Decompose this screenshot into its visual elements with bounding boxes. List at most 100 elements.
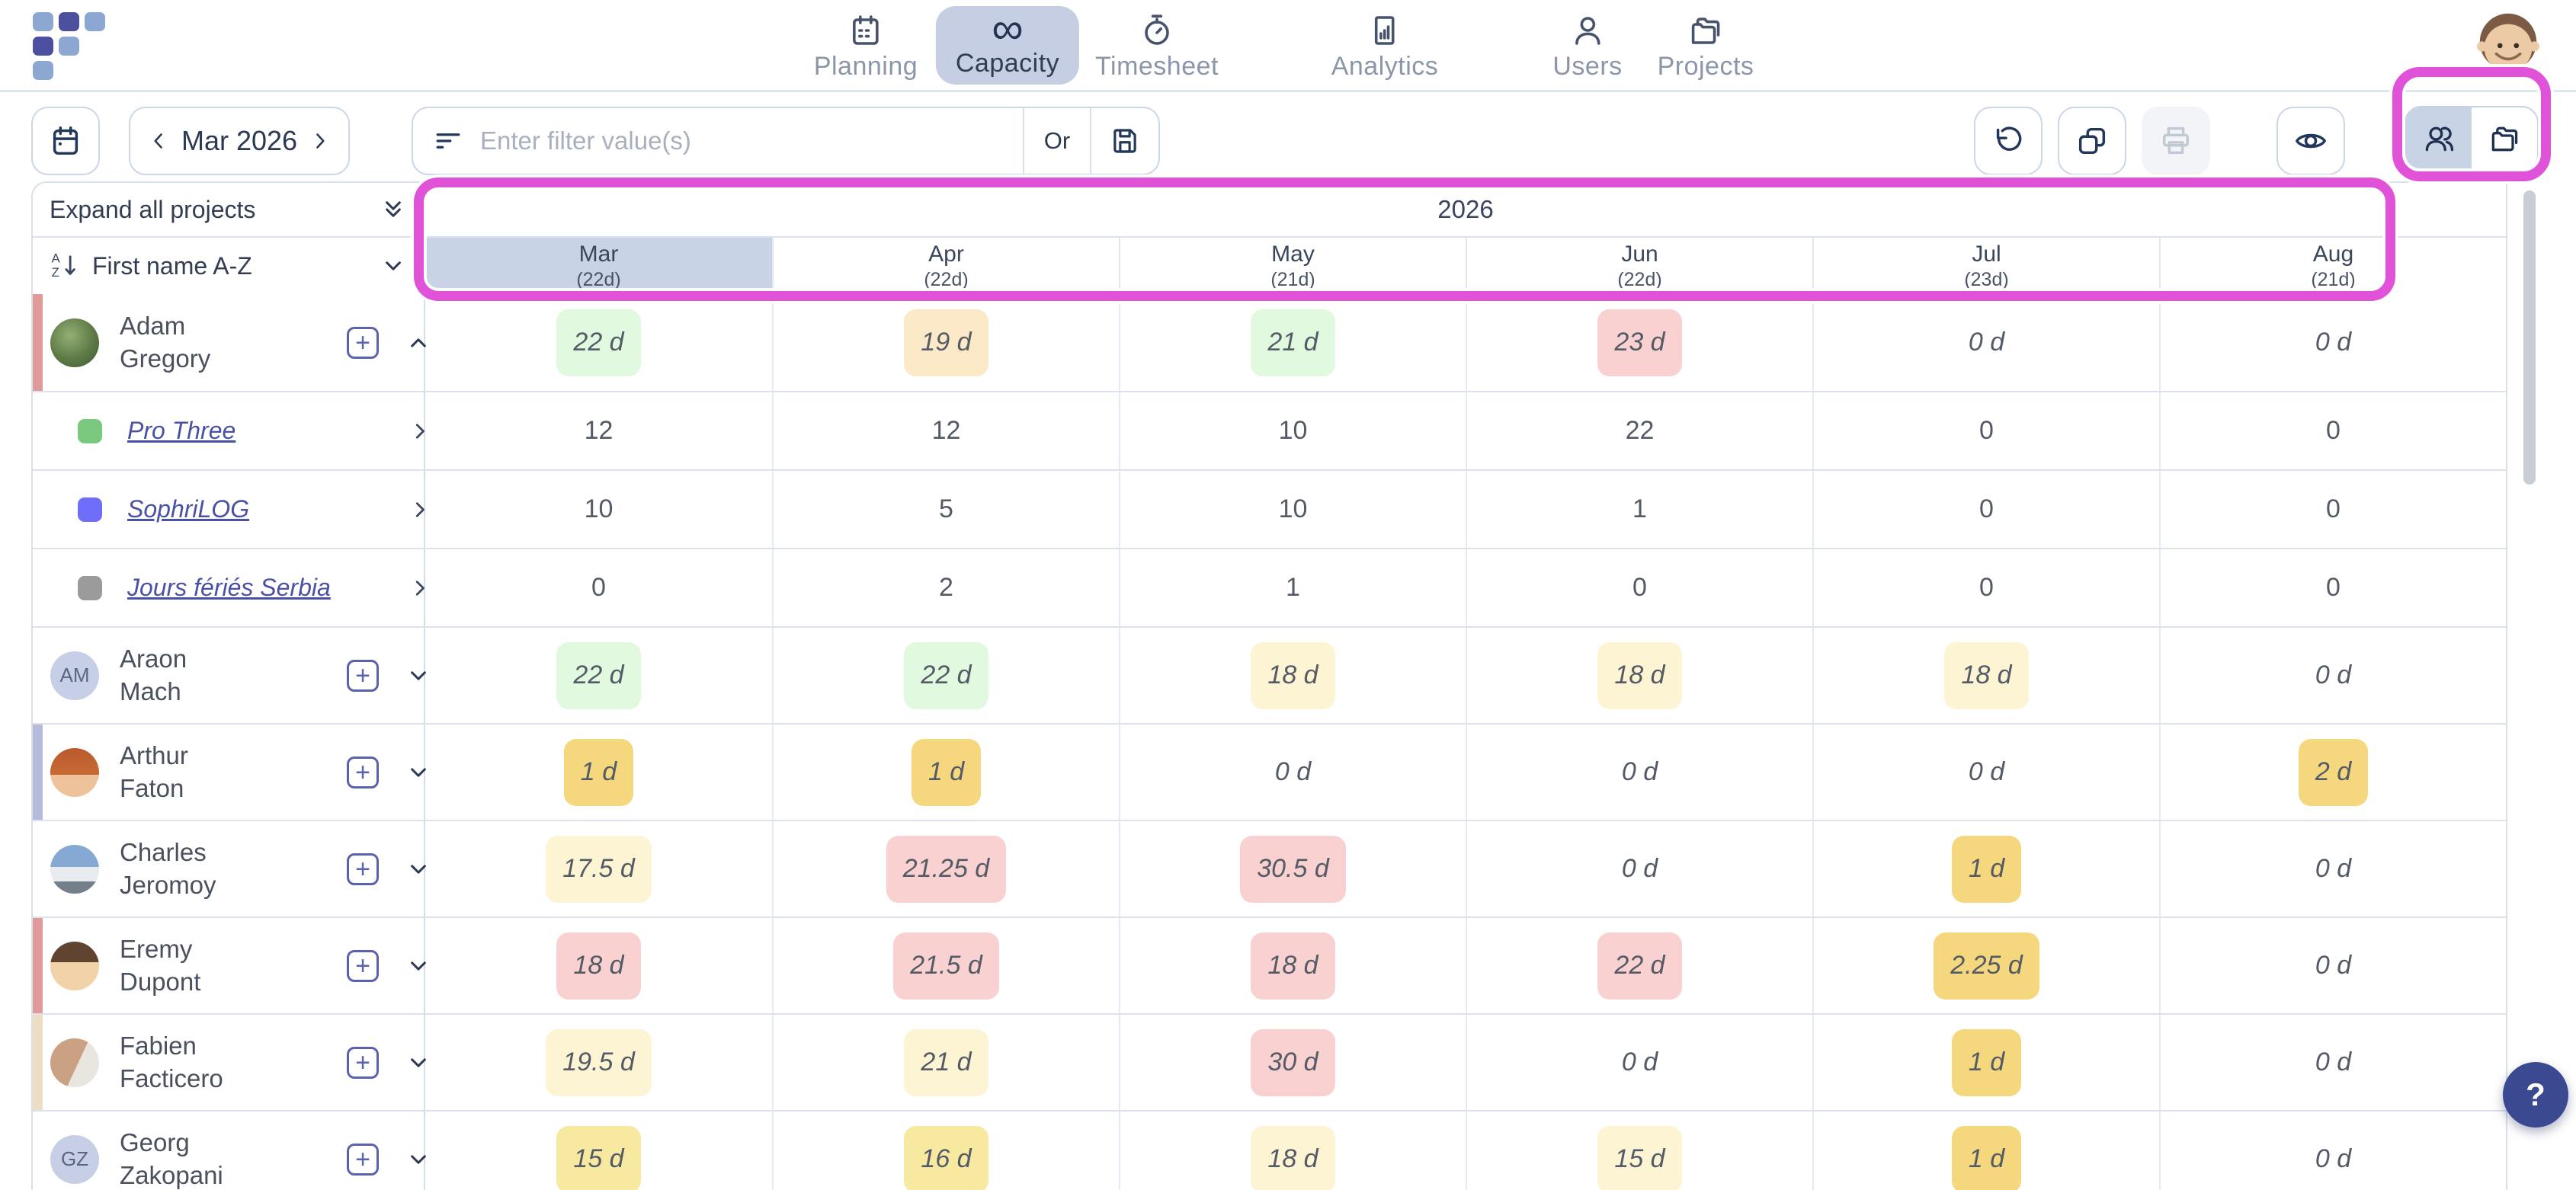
capacity-cell[interactable]: 0 d (1119, 725, 1466, 820)
capacity-cell[interactable]: 22 d (772, 628, 1119, 723)
allocation-cell[interactable]: 0 (2159, 549, 2506, 626)
expand-row-chevron[interactable] (403, 951, 434, 981)
capacity-cell[interactable]: 18 d (1119, 1112, 1466, 1190)
capacity-cell[interactable]: 1 d (425, 725, 772, 820)
capacity-cell[interactable]: 0 d (1466, 725, 1812, 820)
month-header-mar[interactable]: Mar(22d) (425, 238, 772, 294)
vertical-scrollbar-thumb[interactable] (2523, 190, 2536, 485)
allocation-cell[interactable]: 12 (425, 392, 772, 469)
capacity-cell[interactable]: 15 d (425, 1112, 772, 1190)
nav-item-planning[interactable]: Planning (794, 6, 937, 88)
people-view-button[interactable] (2406, 107, 2472, 170)
capacity-cell[interactable]: 18 d (1812, 628, 2159, 723)
expand-row-chevron[interactable] (403, 757, 434, 788)
capacity-cell[interactable]: 21.25 d (772, 821, 1119, 916)
period-label[interactable]: Mar 2026 (181, 125, 297, 157)
nav-item-timesheet[interactable]: Timesheet (1075, 6, 1238, 88)
add-assignment-button[interactable]: + (347, 757, 379, 789)
capacity-cell[interactable]: 30.5 d (1119, 821, 1466, 916)
capacity-cell[interactable]: 30 d (1119, 1015, 1466, 1110)
capacity-cell[interactable]: 2.25 d (1812, 918, 2159, 1013)
help-button[interactable]: ? (2503, 1062, 2568, 1128)
capacity-cell[interactable]: 1 d (772, 725, 1119, 820)
allocation-cell[interactable]: 0 (1466, 549, 1812, 626)
chevron-right-icon[interactable] (307, 128, 333, 154)
month-header-aug[interactable]: Aug(21d) (2159, 238, 2506, 294)
expand-all-projects-button[interactable]: Expand all projects (33, 183, 425, 236)
expand-row-chevron[interactable] (403, 1144, 434, 1175)
allocation-cell[interactable]: 0 (2159, 392, 2506, 469)
filter-input[interactable] (479, 126, 1023, 156)
open-project-chevron[interactable] (406, 417, 434, 445)
expand-row-chevron[interactable] (403, 854, 434, 885)
undo-button[interactable] (1974, 107, 2043, 175)
expand-row-chevron[interactable] (403, 1048, 434, 1078)
projects-view-button[interactable] (2472, 107, 2537, 170)
project-link[interactable]: SophriLOG (127, 495, 249, 523)
filter-or-button[interactable]: Or (1024, 127, 1090, 155)
capacity-cell[interactable]: 0 d (2159, 1015, 2506, 1110)
capacity-cell[interactable]: 19.5 d (425, 1015, 772, 1110)
month-header-may[interactable]: May(21d) (1119, 238, 1466, 294)
user-avatar[interactable] (2472, 6, 2544, 78)
capacity-cell[interactable]: 21 d (772, 1015, 1119, 1110)
capacity-cell[interactable]: 0 d (1466, 1015, 1812, 1110)
capacity-cell[interactable]: 0 d (2159, 821, 2506, 916)
allocation-cell[interactable]: 0 (425, 549, 772, 626)
allocation-cell[interactable]: 0 (1812, 471, 2159, 548)
capacity-cell[interactable]: 21 d (1119, 294, 1466, 391)
add-assignment-button[interactable]: + (347, 660, 379, 692)
capacity-cell[interactable]: 0 d (1812, 294, 2159, 391)
capacity-cell[interactable]: 22 d (425, 294, 772, 391)
nav-item-analytics[interactable]: Analytics (1312, 6, 1459, 88)
allocation-cell[interactable]: 1 (1466, 471, 1812, 548)
allocation-cell[interactable]: 12 (772, 392, 1119, 469)
copy-button[interactable] (2058, 107, 2126, 175)
capacity-cell[interactable]: 22 d (1466, 918, 1812, 1013)
capacity-cell[interactable]: 18 d (1466, 628, 1812, 723)
capacity-cell[interactable]: 17.5 d (425, 821, 772, 916)
capacity-cell[interactable]: 18 d (425, 918, 772, 1013)
add-assignment-button[interactable]: + (347, 1144, 379, 1176)
project-link[interactable]: Pro Three (127, 417, 235, 445)
allocation-cell[interactable]: 0 (2159, 471, 2506, 548)
allocation-cell[interactable]: 10 (1119, 392, 1466, 469)
nav-item-projects[interactable]: Projects (1638, 6, 1774, 88)
capacity-cell[interactable]: 2 d (2159, 725, 2506, 820)
allocation-cell[interactable]: 10 (1119, 471, 1466, 548)
allocation-cell[interactable]: 0 (1812, 549, 2159, 626)
month-header-jun[interactable]: Jun(22d) (1466, 238, 1812, 294)
allocation-cell[interactable]: 1 (1119, 549, 1466, 626)
capacity-cell[interactable]: 0 d (1812, 725, 2159, 820)
capacity-cell[interactable]: 18 d (1119, 628, 1466, 723)
capacity-cell[interactable]: 16 d (772, 1112, 1119, 1190)
collapse-row-chevron[interactable] (403, 328, 434, 358)
capacity-cell[interactable]: 0 d (2159, 628, 2506, 723)
month-header-jul[interactable]: Jul(23d) (1812, 238, 2159, 294)
capacity-cell[interactable]: 1 d (1812, 821, 2159, 916)
allocation-cell[interactable]: 5 (772, 471, 1119, 548)
open-project-chevron[interactable] (406, 574, 434, 602)
add-assignment-button[interactable]: + (347, 950, 379, 982)
capacity-cell[interactable]: 0 d (2159, 918, 2506, 1013)
capacity-cell[interactable]: 19 d (772, 294, 1119, 391)
nav-item-capacity[interactable]: ∞ Capacity (936, 6, 1079, 85)
chevron-left-icon[interactable] (146, 128, 171, 154)
capacity-cell[interactable]: 0 d (2159, 1112, 2506, 1190)
allocation-cell[interactable]: 2 (772, 549, 1119, 626)
month-header-apr[interactable]: Apr(22d) (772, 238, 1119, 294)
preview-button[interactable] (2276, 107, 2345, 175)
capacity-cell[interactable]: 22 d (425, 628, 772, 723)
capacity-cell[interactable]: 18 d (1119, 918, 1466, 1013)
allocation-cell[interactable]: 10 (425, 471, 772, 548)
allocation-cell[interactable]: 22 (1466, 392, 1812, 469)
open-project-chevron[interactable] (406, 496, 434, 523)
add-assignment-button[interactable]: + (347, 853, 379, 885)
capacity-cell[interactable]: 1 d (1812, 1112, 2159, 1190)
expand-row-chevron[interactable] (403, 661, 434, 691)
capacity-cell[interactable]: 1 d (1812, 1015, 2159, 1110)
add-assignment-button[interactable]: + (347, 1047, 379, 1079)
calendar-button[interactable] (31, 107, 100, 175)
capacity-cell[interactable]: 15 d (1466, 1112, 1812, 1190)
capacity-cell[interactable]: 0 d (2159, 294, 2506, 391)
